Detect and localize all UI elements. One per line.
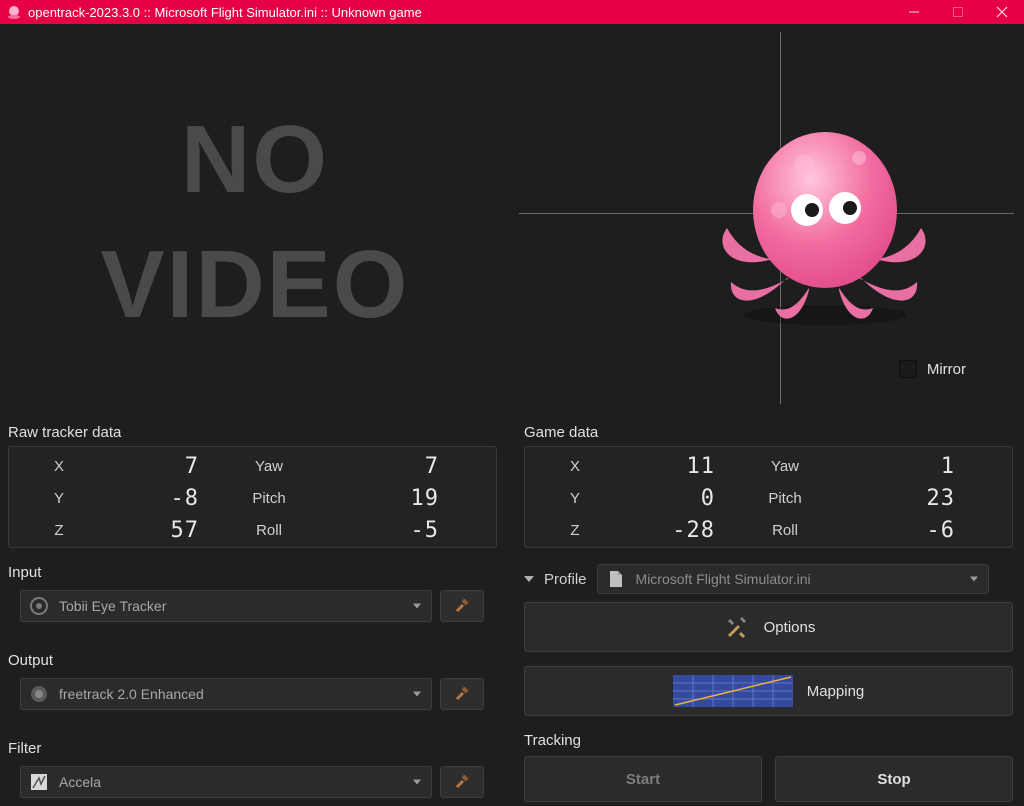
game-z-value: -28 [655, 518, 715, 543]
chevron-down-icon [413, 780, 421, 785]
output-select[interactable]: freetrack 2.0 Enhanced [20, 678, 432, 710]
game-pitch-label: Pitch [755, 490, 815, 507]
options-label: Options [764, 619, 816, 636]
maximize-button [936, 0, 980, 24]
input-select[interactable]: Tobii Eye Tracker [20, 590, 432, 622]
mapping-label: Mapping [807, 683, 865, 700]
game-yaw-label: Yaw [755, 458, 815, 475]
hammer-icon [453, 685, 471, 703]
hammer-icon [453, 597, 471, 615]
window-title: opentrack-2023.3.0 :: Microsoft Flight S… [28, 5, 422, 20]
minimize-button[interactable] [892, 0, 936, 24]
raw-roll-label: Roll [239, 522, 299, 539]
raw-y-value: -8 [139, 486, 199, 511]
profile-menu-arrow[interactable] [524, 576, 534, 582]
game-y-label: Y [545, 490, 605, 507]
input-label: Input [8, 564, 41, 581]
accela-icon [29, 772, 49, 792]
output-settings-button[interactable] [440, 678, 484, 710]
game-data-box: X 11 Y 0 Z -28 Yaw 1 Pitch 23 Roll -6 [524, 446, 1013, 548]
game-x-label: X [545, 458, 605, 475]
output-value: freetrack 2.0 Enhanced [59, 686, 204, 702]
raw-z-label: Z [29, 522, 89, 539]
raw-x-value: 7 [139, 454, 199, 479]
game-yaw-value: 1 [895, 454, 955, 479]
filter-select[interactable]: Accela [20, 766, 432, 798]
raw-roll-value: -5 [379, 518, 439, 543]
game-x-value: 11 [655, 454, 715, 479]
output-label: Output [8, 652, 53, 669]
upper-area: NO VIDEO [0, 24, 1024, 422]
start-label: Start [626, 771, 660, 788]
hammer-icon [453, 773, 471, 791]
stop-label: Stop [877, 771, 910, 788]
game-z-label: Z [545, 522, 605, 539]
pose-preview: Mirror [519, 24, 1014, 422]
filter-value: Accela [59, 774, 101, 790]
chevron-down-icon [413, 692, 421, 697]
application-window: opentrack-2023.3.0 :: Microsoft Flight S… [0, 0, 1024, 806]
input-value: Tobii Eye Tracker [59, 598, 166, 614]
start-button[interactable]: Start [524, 756, 762, 802]
file-icon [606, 569, 626, 589]
close-button[interactable] [980, 0, 1024, 24]
app-icon [6, 4, 22, 20]
raw-yaw-value: 7 [379, 454, 439, 479]
game-roll-label: Roll [755, 522, 815, 539]
novideo-line2: VIDEO [101, 223, 410, 348]
filter-settings-button[interactable] [440, 766, 484, 798]
raw-data-box: X 7 Y -8 Z 57 Yaw 7 Pitch 19 Roll -5 [8, 446, 497, 548]
options-button[interactable]: Options [524, 602, 1013, 652]
profile-row: Profile Microsoft Flight Simulator.ini [524, 564, 989, 594]
chevron-down-icon [970, 577, 978, 582]
raw-pitch-value: 19 [379, 486, 439, 511]
game-pitch-value: 23 [895, 486, 955, 511]
raw-x-label: X [29, 458, 89, 475]
raw-yaw-label: Yaw [239, 458, 299, 475]
freetrack-icon [29, 684, 49, 704]
video-placeholder: NO VIDEO [0, 24, 510, 422]
raw-z-value: 57 [139, 518, 199, 543]
mirror-checkbox-row[interactable]: Mirror [899, 360, 966, 378]
profile-select[interactable]: Microsoft Flight Simulator.ini [597, 564, 989, 594]
eye-tracker-icon [29, 596, 49, 616]
game-y-value: 0 [655, 486, 715, 511]
mirror-checkbox[interactable] [899, 360, 917, 378]
raw-pitch-label: Pitch [239, 490, 299, 507]
chevron-down-icon [413, 604, 421, 609]
game-title: Game data [524, 424, 598, 441]
stop-button[interactable]: Stop [775, 756, 1013, 802]
octopus-icon [709, 110, 939, 335]
novideo-line1: NO [101, 98, 410, 223]
mapping-graph-icon [673, 673, 793, 709]
titlebar[interactable]: opentrack-2023.3.0 :: Microsoft Flight S… [0, 0, 1024, 24]
mirror-label: Mirror [927, 361, 966, 378]
mapping-button[interactable]: Mapping [524, 666, 1013, 716]
raw-y-label: Y [29, 490, 89, 507]
filter-label: Filter [8, 740, 41, 757]
game-roll-value: -6 [895, 518, 955, 543]
input-settings-button[interactable] [440, 590, 484, 622]
window-body: NO VIDEO [0, 24, 1024, 806]
profile-label: Profile [544, 571, 587, 588]
tracking-label: Tracking [524, 732, 581, 749]
raw-title: Raw tracker data [8, 424, 121, 441]
profile-value: Microsoft Flight Simulator.ini [636, 571, 811, 587]
tools-icon [722, 613, 750, 641]
